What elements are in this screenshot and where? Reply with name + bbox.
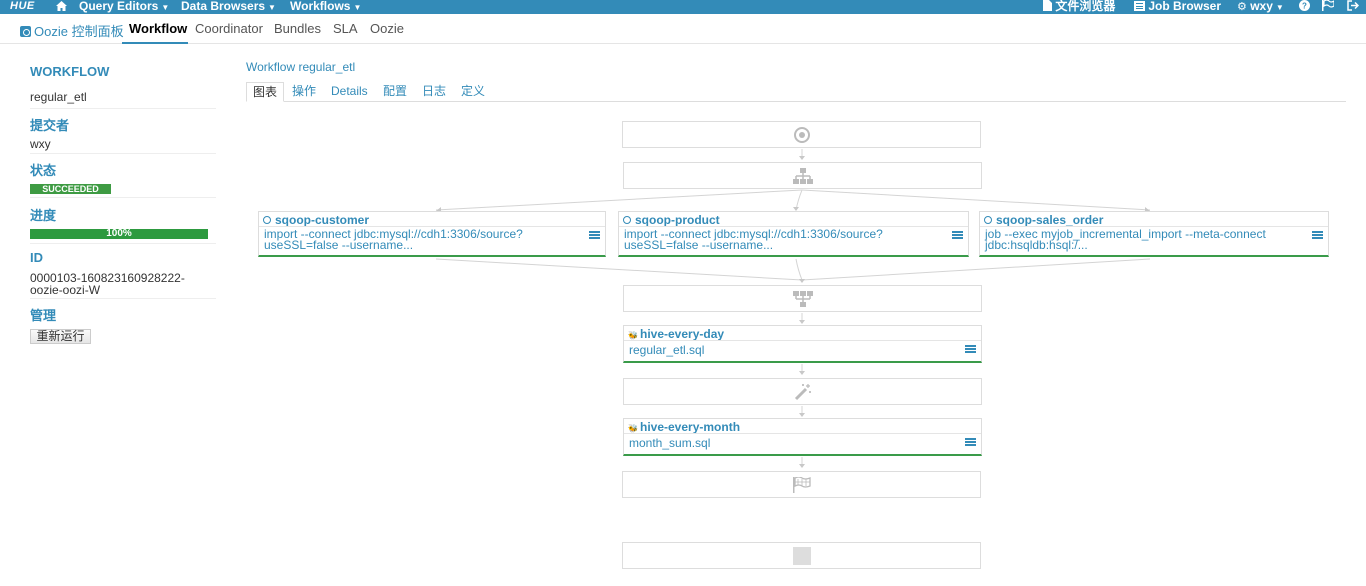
hive-action-icon: 🐝 [628,424,638,433]
start-icon [793,126,810,143]
stop-icon [792,546,811,565]
action-node-sqoop-sales-order[interactable]: sqoop-sales_order job --exec myjob_incre… [979,211,1329,257]
sqoop-action-icon [263,216,271,224]
end-node[interactable] [622,471,981,498]
action-name: sqoop-customer [275,213,370,227]
hive-action-icon: 🐝 [628,331,638,340]
flag-checkered-icon [792,476,811,493]
action-node-sqoop-product[interactable]: sqoop-product import --connect jdbc:mysq… [618,211,969,257]
action-name: hive-every-day [640,327,725,341]
start-node[interactable] [622,121,981,148]
sqoop-action-icon [984,216,992,224]
divider [624,433,981,434]
fork-icon [792,167,813,184]
action-menu-icon[interactable] [1312,231,1323,240]
action-command: job --exec myjob_incremental_import --me… [985,227,1266,252]
action-menu-icon[interactable] [952,231,963,240]
action-command: import --connect jdbc:mysql://cdh1:3306/… [624,227,883,252]
action-command: regular_etl.sql [629,343,705,357]
action-name: sqoop-sales_order [996,213,1104,227]
action-menu-icon[interactable] [965,438,976,447]
action-menu-icon[interactable] [965,345,976,354]
action-node-sqoop-customer[interactable]: sqoop-customer import --connect jdbc:mys… [258,211,606,257]
action-node-hive-every-day[interactable]: 🐝 hive-every-day regular_etl.sql [623,325,982,363]
join-icon [792,290,813,307]
sqoop-action-icon [623,216,631,224]
action-node-hive-every-month[interactable]: 🐝 hive-every-month month_sum.sql [623,418,982,456]
action-command: month_sum.sql [629,436,711,450]
action-command: import --connect jdbc:mysql://cdh1:3306/… [264,227,523,252]
fork-node[interactable] [623,162,982,189]
kill-node[interactable] [622,542,981,569]
action-name: hive-every-month [640,420,741,434]
action-name: sqoop-product [635,213,720,227]
magic-wand-icon [794,383,811,400]
divider [624,340,981,341]
decision-node[interactable] [623,378,982,405]
join-node[interactable] [623,285,982,312]
action-menu-icon[interactable] [589,231,600,240]
